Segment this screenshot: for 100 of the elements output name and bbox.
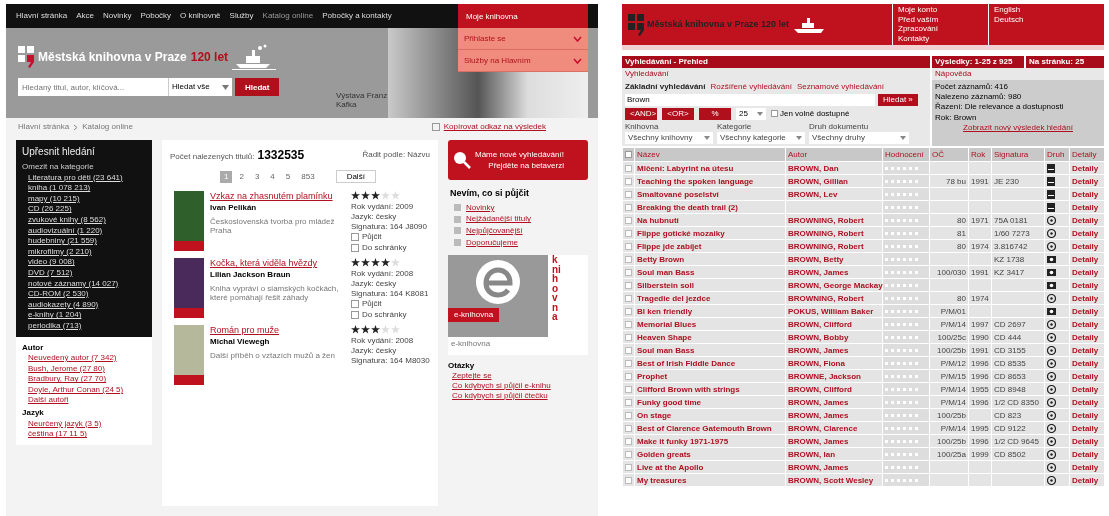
title-link[interactable]: My treasures [635, 474, 785, 487]
nav-link[interactable]: O knihovně [180, 11, 221, 21]
action-link[interactable]: Půjčit [361, 299, 382, 309]
detail-link[interactable]: Detaily [1070, 331, 1104, 344]
search-tab[interactable]: Základní vyhledávání [625, 82, 706, 92]
column-header[interactable]: Autor [786, 148, 882, 162]
suggestion-link[interactable]: Nejžádanější tituly [466, 214, 531, 224]
title-link[interactable]: Best of Clarence Gatemouth Brown [635, 422, 785, 435]
category-link[interactable]: hudebniny (21 559) [22, 236, 146, 246]
detail-link[interactable]: Detaily [1070, 396, 1104, 409]
author-link[interactable]: BROWNING, Robert [786, 292, 882, 305]
question-link[interactable]: Co kdybych si půjčil čtečku [448, 390, 588, 401]
language-link[interactable]: Deutsch [994, 14, 1099, 25]
author-link[interactable]: BROWN, James [786, 435, 882, 448]
search-field[interactable]: Brown [625, 93, 875, 106]
category-link[interactable]: audiovizuální (1 220) [22, 225, 146, 236]
title-link[interactable]: Prophet [635, 370, 785, 383]
account-tab[interactable]: Moje knihovna [458, 4, 588, 28]
title-link[interactable]: Heaven Shape [635, 331, 785, 344]
author-link[interactable]: BROWN, Clarence [786, 422, 882, 435]
detail-link[interactable]: Detaily [1070, 253, 1104, 266]
category-link[interactable]: CD-ROM (2 530) [22, 289, 146, 299]
nav-link[interactable]: Katalog online [262, 11, 314, 21]
question-link[interactable]: Co kdybych si půjčil e-knihu [448, 380, 588, 391]
author-link[interactable]: BROWN, Lev [786, 188, 882, 201]
nav-link[interactable]: Pobočky a kontakty [322, 11, 392, 21]
nav-link[interactable]: Služby [229, 11, 254, 21]
category-link[interactable]: CD (26 225) [22, 204, 146, 214]
page-link[interactable]: 5 [281, 171, 295, 183]
column-header[interactable]: Hodnocení [883, 148, 929, 162]
title-link[interactable]: Soul man Bass [635, 344, 785, 357]
title-link[interactable]: Tragedie del jezdce [635, 292, 785, 305]
page-link[interactable]: 4 [266, 171, 279, 183]
ebook-banner[interactable]: e-knihovna knihovna e-knihovna [448, 255, 588, 355]
facet-link[interactable]: Doyle, Arthur Conan (24 5) [22, 384, 146, 395]
book-title-link[interactable]: Román pro muže [210, 325, 345, 337]
detail-link[interactable]: Detaily [1070, 279, 1104, 292]
category-link[interactable]: video (9 008) [22, 257, 146, 267]
title-link[interactable]: Silberstein soll [635, 279, 785, 292]
question-link[interactable]: Zeptejte se [448, 371, 588, 381]
category-link[interactable]: periodika (713) [22, 320, 146, 331]
suggestion-link[interactable]: Nejpůjčovanější [466, 226, 523, 236]
title-link[interactable]: Smaltované poselství [635, 188, 785, 201]
detail-link[interactable]: Detaily [1070, 266, 1104, 279]
author-link[interactable]: BROWNING, Robert [786, 214, 882, 227]
title-link[interactable]: Flippe gotické mozaiky [635, 227, 785, 240]
result-link[interactable]: Zobrazit nový výsledek hledání [963, 123, 1073, 133]
detail-link[interactable]: Detaily [1070, 435, 1104, 448]
search-button[interactable]: Hledat [235, 78, 280, 96]
nav-link[interactable]: Novinky [102, 11, 132, 21]
detail-link[interactable]: Detaily [1070, 448, 1104, 461]
title-link[interactable]: Mlčení: Labyrint na útesu [635, 162, 785, 175]
detail-link[interactable]: Detaily [1070, 344, 1104, 357]
page-link[interactable]: 3 [250, 171, 264, 183]
detail-link[interactable]: Detaily [1070, 292, 1104, 305]
detail-link[interactable]: Detaily [1070, 318, 1104, 331]
column-header[interactable]: Druh [1045, 148, 1069, 162]
column-header[interactable]: Signatura [992, 148, 1044, 162]
author-link[interactable]: BROWNING, Robert [786, 227, 882, 240]
detail-link[interactable]: Detaily [1070, 409, 1104, 422]
permalink-link[interactable]: Kopírovat odkaz na výsledek [443, 122, 546, 132]
action-link[interactable]: Do schránky [361, 309, 407, 320]
column-header[interactable]: Detaily [1070, 148, 1104, 162]
next-button[interactable]: Další [335, 170, 376, 184]
author-link[interactable]: BROWN, Ian [786, 448, 882, 461]
header-link[interactable]: Před vaším [898, 14, 983, 25]
filter-select[interactable]: Všechny kategorie [717, 132, 805, 145]
search-tab[interactable]: Seznamové vyhledávání [796, 82, 885, 92]
author-link[interactable]: BROWN, Bobby [786, 331, 882, 344]
suggestion-link[interactable]: Doporučujeme [466, 237, 519, 248]
operator-button[interactable]: % [699, 107, 731, 120]
category-link[interactable]: audiokazety (4 890) [22, 299, 146, 310]
title-link[interactable]: Betty Brown [635, 253, 785, 266]
detail-link[interactable]: Detaily [1070, 162, 1104, 175]
facet-link[interactable]: Neurčený jazyk (3 5) [22, 418, 146, 429]
header-link[interactable]: Zpracování [898, 24, 983, 34]
action-link[interactable]: Půjčit [361, 232, 382, 242]
dropdown[interactable]: Služby na Hlavním [458, 50, 588, 72]
detail-link[interactable]: Detaily [1070, 214, 1104, 227]
header-link[interactable]: Moje konto [898, 5, 983, 15]
page-link[interactable]: 853 [297, 171, 319, 183]
title-link[interactable]: Live at the Apollo [635, 461, 785, 474]
nav-link[interactable]: Akce [76, 11, 94, 21]
book-title-link[interactable]: Vzkaz na zhasnutém plamínku [210, 191, 345, 203]
author-link[interactable]: BROWNING, Robert [786, 240, 882, 253]
filter-select[interactable]: Všechny druhy [809, 132, 909, 145]
detail-link[interactable]: Detaily [1070, 175, 1104, 188]
operator-button[interactable]: <AND> [625, 107, 657, 120]
nav-link[interactable]: Hlavní stránka [16, 11, 68, 21]
detail-link[interactable]: Detaily [1070, 240, 1104, 253]
search-tab[interactable]: Rozšířené vyhledávání [710, 82, 792, 92]
author-link[interactable]: BROWN, James [786, 409, 882, 422]
facet-link[interactable]: Bush, Jerome (27 80) [22, 363, 146, 374]
author-link[interactable]: BROWN, James [786, 461, 882, 474]
title-link[interactable]: Flippe jde zabíjet [635, 240, 785, 253]
column-header[interactable]: Rok [969, 148, 991, 162]
author-link[interactable]: BROWN, Scott Wesley [786, 474, 882, 487]
facet-link[interactable]: Další autoři [22, 395, 146, 406]
title-link[interactable]: Soul man Bass [635, 266, 785, 279]
category-link[interactable]: notové záznamy (14 027) [22, 278, 146, 289]
